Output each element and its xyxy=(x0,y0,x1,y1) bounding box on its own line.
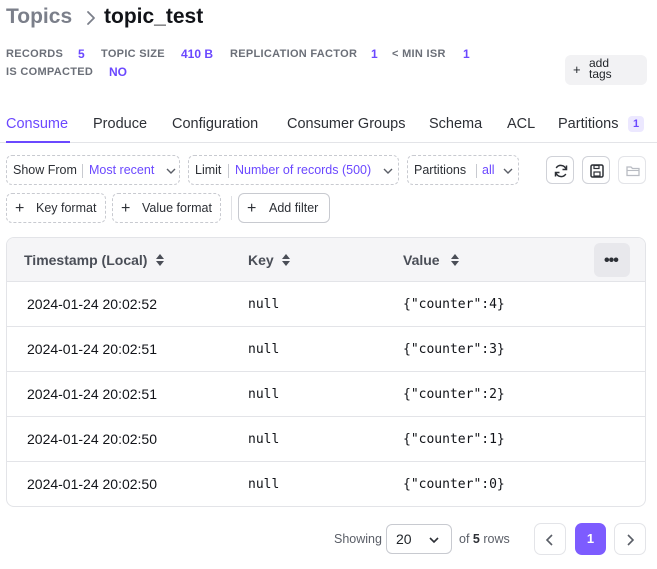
value-format-button[interactable]: + Value format xyxy=(112,193,221,223)
tab-configuration[interactable]: Configuration xyxy=(172,116,258,132)
rows-count-text: of 5 rows xyxy=(459,532,510,546)
plus-icon: + xyxy=(121,200,131,217)
key-format-button[interactable]: + Key format xyxy=(6,193,106,223)
value-cell: {"counter":3} xyxy=(403,342,505,357)
timestamp-cell: 2024-01-24 20:02:50 xyxy=(27,431,157,447)
topic-size-value: 410 B xyxy=(181,47,214,61)
timestamp-cell: 2024-01-24 20:02:51 xyxy=(27,341,157,357)
column-header-value[interactable]: Value xyxy=(403,252,440,268)
tab-partitions[interactable]: Partitions xyxy=(558,116,618,132)
sort-icon[interactable] xyxy=(450,253,460,267)
is-compacted-label: IS COMPACTED xyxy=(6,66,94,78)
chevron-right-icon xyxy=(87,11,95,25)
chevron-down-icon xyxy=(503,168,513,174)
topic-size-label: TOPIC SIZE xyxy=(101,48,165,60)
table-row[interactable]: 2024-01-24 20:02:50 null {"counter":0} xyxy=(7,462,645,506)
chevron-down-icon xyxy=(429,537,439,544)
key-cell: null xyxy=(248,342,280,357)
folder-icon xyxy=(626,166,640,177)
table-row[interactable]: 2024-01-24 20:02:51 null {"counter":3} xyxy=(7,327,645,372)
tab-acl[interactable]: ACL xyxy=(507,116,535,132)
sort-icon[interactable] xyxy=(281,253,291,267)
partitions-select[interactable]: Partitions all xyxy=(407,155,519,185)
messages-table: Timestamp (Local) Key Value ••• 2024-01-… xyxy=(6,237,646,507)
timestamp-cell: 2024-01-24 20:02:51 xyxy=(27,386,157,402)
value-cell: {"counter":0} xyxy=(403,477,505,492)
refresh-icon xyxy=(554,164,568,178)
save-icon xyxy=(590,164,604,178)
column-header-key[interactable]: Key xyxy=(248,252,274,268)
add-filter-button[interactable]: + Add filter xyxy=(238,193,330,223)
page-title: topic_test xyxy=(104,5,204,28)
table-row[interactable]: 2024-01-24 20:02:50 null {"counter":1} xyxy=(7,417,645,462)
value-cell: {"counter":4} xyxy=(403,297,505,312)
min-isr-value: 1 xyxy=(463,47,470,61)
add-tags-button[interactable]: + add tags xyxy=(565,55,647,85)
page-1-button[interactable]: 1 xyxy=(575,523,606,555)
replication-factor-value: 1 xyxy=(371,47,378,61)
key-cell: null xyxy=(248,477,280,492)
key-cell: null xyxy=(248,387,280,402)
save-button[interactable] xyxy=(582,156,610,184)
refresh-button[interactable] xyxy=(546,156,574,184)
filter-divider xyxy=(231,196,232,220)
showing-label: Showing xyxy=(334,532,382,546)
chevron-right-icon xyxy=(627,534,635,546)
records-value: 5 xyxy=(78,47,85,61)
show-from-select[interactable]: Show From Most recent xyxy=(6,155,180,185)
plus-icon: + xyxy=(15,200,25,217)
timestamp-cell: 2024-01-24 20:02:50 xyxy=(27,476,157,492)
table-header: Timestamp (Local) Key Value ••• xyxy=(7,238,645,282)
previous-page-button[interactable] xyxy=(534,523,566,555)
chevron-left-icon xyxy=(545,534,553,546)
timestamp-cell: 2024-01-24 20:02:52 xyxy=(27,296,157,312)
column-header-timestamp[interactable]: Timestamp (Local) xyxy=(24,252,147,268)
sort-icon[interactable] xyxy=(155,253,165,267)
next-page-button[interactable] xyxy=(614,523,646,555)
chevron-down-icon xyxy=(166,168,176,174)
limit-select[interactable]: Limit Number of records (500) xyxy=(188,155,399,185)
active-tab-indicator xyxy=(6,141,70,143)
more-icon: ••• xyxy=(604,252,619,269)
is-compacted-value: NO xyxy=(109,65,127,79)
tabs-divider xyxy=(0,142,657,143)
min-isr-label: < MIN ISR xyxy=(392,48,446,60)
key-cell: null xyxy=(248,432,280,447)
tab-produce[interactable]: Produce xyxy=(93,116,147,132)
plus-icon: + xyxy=(573,62,581,77)
records-label: RECORDS xyxy=(6,48,64,60)
tab-schema[interactable]: Schema xyxy=(429,116,482,132)
value-cell: {"counter":1} xyxy=(403,432,505,447)
tab-consume[interactable]: Consume xyxy=(6,116,68,132)
plus-icon: + xyxy=(247,200,257,217)
replication-factor-label: REPLICATION FACTOR xyxy=(230,48,358,60)
column-settings-button[interactable]: ••• xyxy=(594,243,630,277)
page-size-select[interactable]: 20 xyxy=(386,524,452,554)
table-row[interactable]: 2024-01-24 20:02:52 null {"counter":4} xyxy=(7,282,645,327)
tab-consumer-groups[interactable]: Consumer Groups xyxy=(287,116,405,132)
value-cell: {"counter":2} xyxy=(403,387,505,402)
key-cell: null xyxy=(248,297,280,312)
partitions-count-badge: 1 xyxy=(628,116,644,132)
load-saved-button[interactable] xyxy=(618,156,646,184)
breadcrumb-topics-link[interactable]: Topics xyxy=(6,5,72,29)
table-row[interactable]: 2024-01-24 20:02:51 null {"counter":2} xyxy=(7,372,645,417)
chevron-down-icon xyxy=(383,168,393,174)
